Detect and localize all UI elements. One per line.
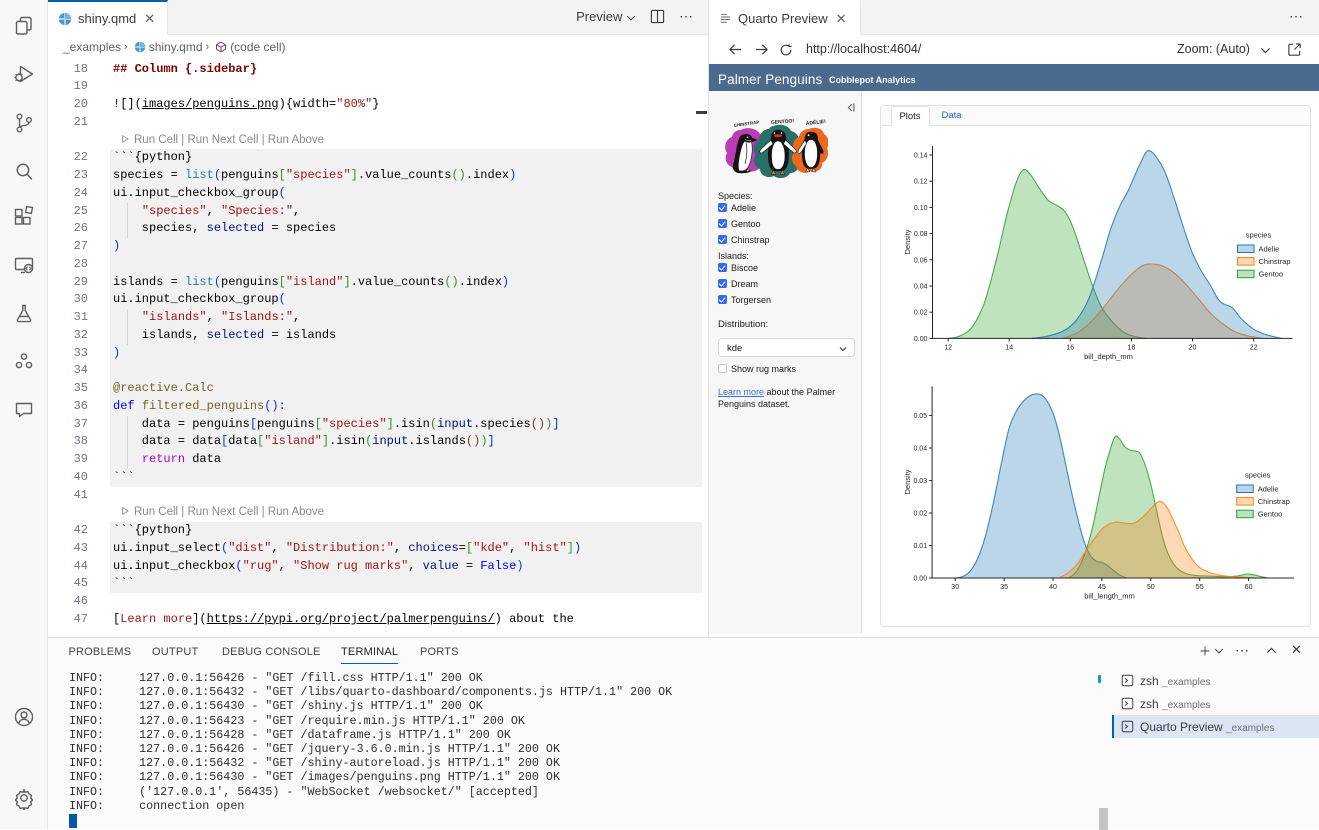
svg-text:bill_length_mm: bill_length_mm [1084, 592, 1134, 601]
svg-text:0.12: 0.12 [913, 179, 927, 186]
svg-text:0.00: 0.00 [913, 336, 927, 343]
svg-text:ADÉLIE!: ADÉLIE! [805, 117, 826, 127]
svg-text:14: 14 [1005, 344, 1013, 351]
svg-text:55: 55 [1195, 584, 1203, 591]
svg-text:50: 50 [1146, 584, 1154, 591]
svg-text:0.04: 0.04 [913, 446, 927, 453]
svg-text:Chinstrap: Chinstrap [1258, 257, 1290, 266]
svg-text:0.06: 0.06 [913, 257, 927, 264]
svg-text:Density: Density [903, 229, 912, 254]
svg-text:0.05: 0.05 [913, 413, 927, 420]
svg-text:0.14: 0.14 [913, 153, 927, 160]
svg-text:0.02: 0.02 [913, 310, 927, 317]
svg-text:0.10: 0.10 [913, 205, 927, 212]
svg-text:Adelie: Adelie [1257, 485, 1278, 494]
svg-text:bill_depth_mm: bill_depth_mm [1084, 352, 1133, 361]
svg-text:18: 18 [1127, 344, 1135, 351]
svg-text:22: 22 [1249, 344, 1257, 351]
svg-text:16: 16 [1066, 344, 1074, 351]
svg-text:0.08: 0.08 [913, 231, 927, 238]
svg-text:12: 12 [944, 344, 952, 351]
svg-text:0.01: 0.01 [913, 543, 927, 550]
svg-text:GENTOO!: GENTOO! [771, 118, 795, 126]
svg-text:Gentoo: Gentoo [1258, 270, 1283, 279]
svg-text:45: 45 [1098, 584, 1106, 591]
svg-text:Gentoo: Gentoo [1257, 510, 1282, 519]
svg-text:species: species [1244, 471, 1270, 480]
svg-text:CHINSTRAP: CHINSTRAP [733, 119, 759, 128]
svg-text:Chinstrap: Chinstrap [1257, 497, 1289, 506]
svg-text:0.03: 0.03 [913, 478, 927, 485]
svg-text:species: species [1245, 231, 1271, 240]
svg-text:30: 30 [951, 584, 959, 591]
svg-text:Density: Density [903, 469, 912, 494]
svg-text:60: 60 [1244, 584, 1252, 591]
svg-text:0.02: 0.02 [913, 511, 927, 518]
svg-text:40: 40 [1049, 584, 1057, 591]
svg-text:0.04: 0.04 [913, 284, 927, 291]
svg-text:0.00: 0.00 [913, 576, 927, 583]
svg-text:20: 20 [1188, 344, 1196, 351]
svg-text:Adelie: Adelie [1258, 245, 1279, 254]
svg-text:35: 35 [1000, 584, 1008, 591]
